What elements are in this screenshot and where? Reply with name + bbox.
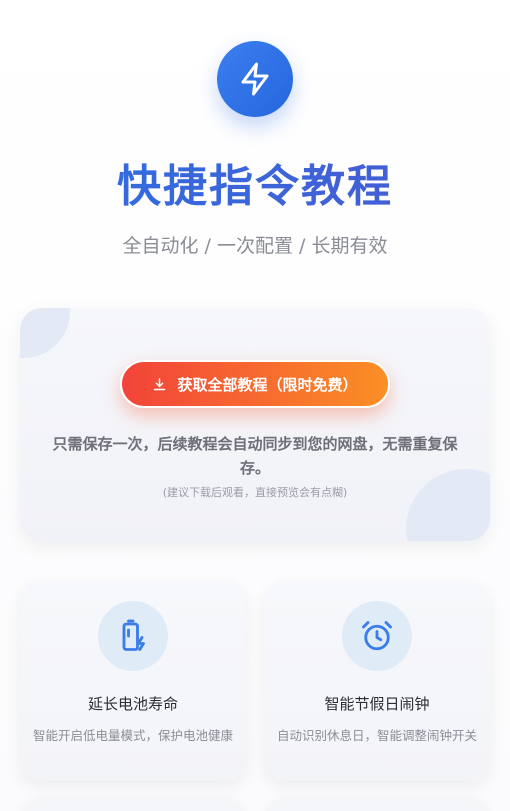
alarm-clock-icon [342, 601, 412, 671]
download-icon [154, 377, 166, 390]
download-tip: (建议下载后观看，直接预览会有点糊) [162, 486, 348, 499]
lightning-bolt-icon [217, 41, 293, 117]
battery-charging-icon [98, 601, 168, 671]
feature-card-alarm[interactable]: 智能节假日闹钟 自动识别休息日，智能调整闹钟开关 [264, 581, 490, 781]
sync-description: 只需保存一次，后续教程会自动同步到您的网盘，无需重复保存。 [52, 435, 458, 477]
feature-card[interactable] [264, 801, 490, 811]
feature-description: 自动识别休息日，智能调整闹钟开关 [276, 728, 477, 743]
page: 快捷指令教程 全自动化 / 一次配置 / 长期有效 获取全部教程（限时免费） 只… [0, 0, 510, 811]
get-all-tutorials-button[interactable]: 获取全部教程（限时免费） [120, 360, 390, 408]
feature-title: 智能节假日闹钟 [324, 695, 430, 713]
feature-card[interactable] [20, 801, 246, 811]
download-card: 获取全部教程（限时免费） 只需保存一次，后续教程会自动同步到您的网盘，无需重复保… [20, 308, 490, 541]
feature-description: 智能开启低电量模式，保护电池健康 [32, 728, 233, 743]
page-subtitle: 全自动化 / 一次配置 / 长期有效 [122, 235, 388, 257]
get-all-tutorials-label: 获取全部教程（限时免费） [177, 375, 358, 394]
feature-card-battery[interactable]: 延长电池寿命 智能开启低电量模式，保护电池健康 [20, 581, 246, 781]
feature-title: 延长电池寿命 [87, 695, 178, 713]
decorative-circle [20, 308, 70, 358]
page-title: 快捷指令教程 [0, 150, 510, 214]
